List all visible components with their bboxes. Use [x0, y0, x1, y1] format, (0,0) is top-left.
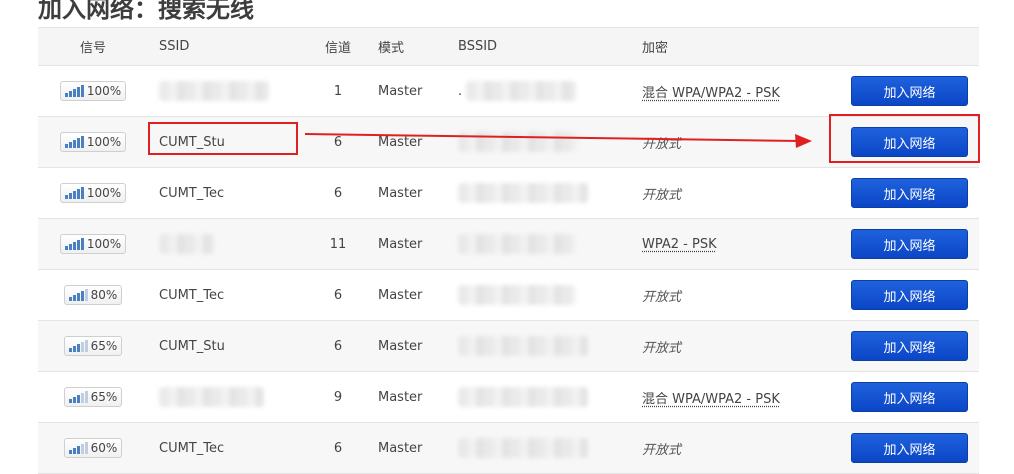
redacted-bssid — [458, 132, 578, 152]
table-row: 100% CUMT_Tec 6 Master 开放式 加入网络 — [38, 168, 979, 219]
mode-value: Master — [378, 287, 423, 303]
signal-badge: 60% — [63, 438, 123, 458]
table-row: 80% CUMT_Tec 6 Master 开放式 加入网络 — [38, 270, 979, 321]
join-network-button[interactable]: 加入网络 — [851, 76, 968, 106]
bssid-value: . — [458, 83, 463, 99]
channel-value: 6 — [333, 440, 343, 456]
signal-value: 80% — [90, 288, 118, 302]
channel-value: 1 — [333, 83, 343, 99]
encryption-value: 开放式 — [642, 289, 682, 305]
redacted-bssid — [458, 285, 576, 305]
encryption-value: 开放式 — [642, 187, 682, 203]
mode-value: Master — [378, 440, 423, 456]
mode-value: Master — [378, 338, 423, 354]
header-signal: 信号 — [79, 41, 106, 56]
header-channel: 信道 — [324, 41, 351, 56]
table-header: 信号 SSID 信道 模式 BSSID 加密 — [38, 27, 979, 66]
redacted-bssid — [458, 387, 588, 407]
join-network-button[interactable]: 加入网络 — [851, 331, 968, 361]
wireless-scan-table: 信号 SSID 信道 模式 BSSID 加密 100% 1 Master . 混… — [38, 27, 979, 474]
ssid-highlight-box — [148, 122, 298, 155]
signal-strength-icon — [64, 187, 84, 199]
signal-badge: 100% — [59, 132, 127, 152]
mode-value: Master — [378, 389, 423, 405]
signal-value: 100% — [86, 186, 122, 200]
channel-value: 9 — [333, 389, 343, 405]
redacted-bssid — [458, 234, 576, 254]
encryption-value: 开放式 — [642, 340, 682, 356]
redacted-bssid — [458, 336, 588, 356]
signal-value: 100% — [86, 84, 122, 98]
redacted-bssid — [466, 81, 577, 101]
mode-value: Master — [378, 236, 423, 252]
encryption-value: 开放式 — [642, 136, 682, 152]
ssid-value: CUMT_Tec — [159, 440, 225, 456]
join-network-button[interactable]: 加入网络 — [851, 433, 968, 463]
table-row: 60% CUMT_Tec 6 Master 开放式 加入网络 — [38, 423, 979, 474]
redacted-bssid — [458, 438, 588, 458]
header-ssid: SSID — [159, 39, 190, 54]
signal-strength-icon — [68, 391, 88, 403]
header-bssid: BSSID — [458, 39, 498, 54]
ssid-value: CUMT_Stu — [159, 338, 225, 354]
encryption-value: 混合 WPA/WPA2 - PSK — [642, 85, 780, 101]
encryption-value: WPA2 - PSK — [642, 236, 717, 252]
redacted-ssid — [159, 387, 264, 407]
signal-strength-icon — [68, 442, 88, 454]
join-network-button[interactable]: 加入网络 — [851, 280, 968, 310]
signal-value: 65% — [90, 390, 118, 404]
table-row: 100% 11 Master WPA2 - PSK 加入网络 — [38, 219, 979, 270]
ssid-value: CUMT_Tec — [159, 185, 225, 201]
header-mode: 模式 — [378, 41, 405, 56]
signal-value: 100% — [86, 135, 122, 149]
signal-strength-icon — [68, 340, 88, 352]
signal-value: 100% — [86, 237, 122, 251]
signal-strength-icon — [64, 136, 84, 148]
signal-badge: 100% — [59, 234, 127, 254]
page-title: 加入网络：搜索无线 — [38, 0, 254, 23]
redacted-bssid — [458, 183, 588, 203]
signal-value: 65% — [90, 339, 118, 353]
signal-strength-icon — [64, 85, 84, 97]
signal-value: 60% — [90, 441, 118, 455]
channel-value: 6 — [333, 185, 343, 201]
signal-strength-icon — [64, 238, 84, 250]
mode-value: Master — [378, 83, 423, 99]
channel-value: 11 — [329, 236, 347, 252]
join-network-button[interactable]: 加入网络 — [851, 229, 968, 259]
mode-value: Master — [378, 185, 423, 201]
join-network-button[interactable]: 加入网络 — [851, 382, 968, 412]
mode-value: Master — [378, 134, 423, 150]
header-encryption: 加密 — [642, 41, 669, 56]
table-row: 100% 1 Master . 混合 WPA/WPA2 - PSK 加入网络 — [38, 66, 979, 117]
signal-badge: 100% — [59, 81, 127, 101]
encryption-value: 开放式 — [642, 442, 682, 458]
channel-value: 6 — [333, 287, 343, 303]
channel-value: 6 — [333, 338, 343, 354]
table-row: 65% 9 Master 混合 WPA/WPA2 - PSK 加入网络 — [38, 372, 979, 423]
channel-value: 6 — [333, 134, 343, 150]
signal-badge: 65% — [63, 387, 123, 407]
signal-badge: 65% — [63, 336, 123, 356]
signal-badge: 100% — [59, 183, 127, 203]
redacted-ssid — [159, 234, 214, 254]
signal-strength-icon — [68, 289, 88, 301]
signal-badge: 80% — [63, 285, 123, 305]
join-network-button[interactable]: 加入网络 — [851, 178, 968, 208]
encryption-value: 混合 WPA/WPA2 - PSK — [642, 391, 780, 407]
ssid-value: CUMT_Tec — [159, 287, 225, 303]
table-row: 65% CUMT_Stu 6 Master 开放式 加入网络 — [38, 321, 979, 372]
join-button-highlight-box — [829, 114, 980, 163]
redacted-ssid — [159, 81, 269, 101]
